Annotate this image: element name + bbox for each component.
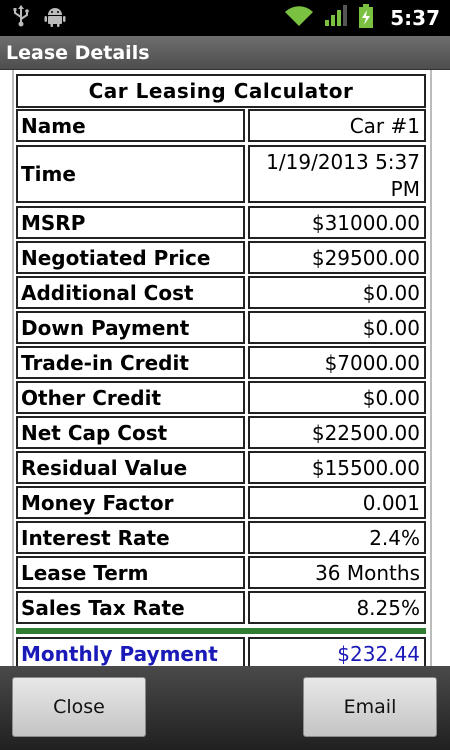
row-value-residual-value: $15500.00 xyxy=(248,451,426,484)
row-label-trade-in-credit: Trade-in Credit xyxy=(16,346,245,379)
row-label-money-factor: Money Factor xyxy=(16,486,245,519)
status-bar: 5:37 xyxy=(0,0,450,36)
monthly-divider xyxy=(16,628,426,634)
row-label-residual-value: Residual Value xyxy=(16,451,245,484)
row-value-money-factor: 0.001 xyxy=(248,486,426,519)
row-value-time: 1/19/2013 5:37 PM xyxy=(248,145,426,203)
row-label-time: Time xyxy=(16,145,245,203)
row-value-interest-rate: 2.4% xyxy=(248,521,426,554)
wifi-icon xyxy=(284,5,314,31)
row-label-sales-tax-rate: Sales Tax Rate xyxy=(16,591,245,624)
email-button[interactable]: Email xyxy=(303,677,437,737)
lease-details-scroll[interactable]: Car Leasing Calculator Name Car #1 Time … xyxy=(0,70,450,666)
row-label-down-payment: Down Payment xyxy=(16,311,245,344)
row-label-interest-rate: Interest Rate xyxy=(16,521,245,554)
row-label-negotiated-price: Negotiated Price xyxy=(16,241,245,274)
row-label-additional-cost: Additional Cost xyxy=(16,276,245,309)
row-label-msrp: MSRP xyxy=(16,206,245,239)
row-label-net-cap-cost: Net Cap Cost xyxy=(16,416,245,449)
row-value-down-payment: $0.00 xyxy=(248,311,426,344)
signal-icon xyxy=(324,5,348,31)
android-icon xyxy=(44,5,66,31)
bottom-action-bar: Close Email xyxy=(0,666,450,750)
usb-icon xyxy=(12,5,30,31)
row-label-other-credit: Other Credit xyxy=(16,381,245,414)
row-value-sales-tax-rate: 8.25% xyxy=(248,591,426,624)
row-value-msrp: $31000.00 xyxy=(248,206,426,239)
row-label-lease-term: Lease Term xyxy=(16,556,245,589)
row-value-negotiated-price: $29500.00 xyxy=(248,241,426,274)
row-value-trade-in-credit: $7000.00 xyxy=(248,346,426,379)
row-value-other-credit: $0.00 xyxy=(248,381,426,414)
calculator-header: Car Leasing Calculator xyxy=(16,74,426,108)
row-value-lease-term: 36 Months xyxy=(248,556,426,589)
row-value-additional-cost: $0.00 xyxy=(248,276,426,309)
close-button[interactable]: Close xyxy=(12,677,146,737)
row-value-net-cap-cost: $22500.00 xyxy=(248,416,426,449)
row-value-name: Car #1 xyxy=(248,109,426,142)
page-title: Lease Details xyxy=(6,41,150,64)
row-value-monthly-payment: $232.44 xyxy=(248,637,426,666)
title-bar: Lease Details xyxy=(0,36,450,70)
row-label-name: Name xyxy=(16,109,245,142)
battery-icon xyxy=(358,4,374,32)
row-label-monthly-payment: Monthly Payment xyxy=(16,637,245,666)
status-time: 5:37 xyxy=(390,6,440,30)
